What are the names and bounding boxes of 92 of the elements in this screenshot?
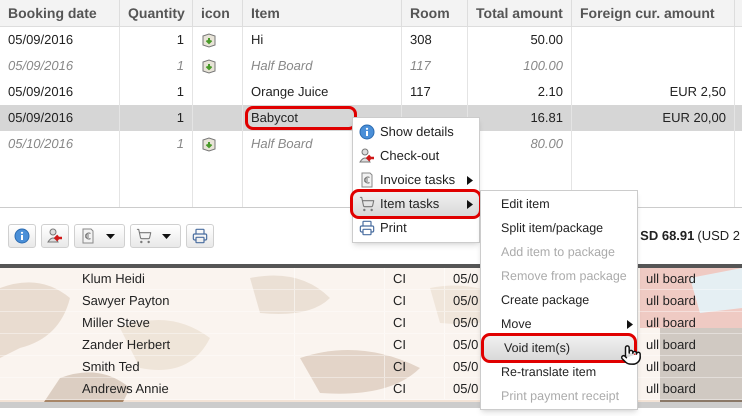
printer-icon: [359, 220, 375, 236]
guest-name: Zander Herbert: [82, 336, 170, 354]
menu-item[interactable]: Item tasks: [353, 192, 479, 216]
date-cell-text: 05/0: [453, 270, 478, 288]
submenu-arrow-icon: [627, 320, 633, 328]
table-cell-text: Half Board: [251, 57, 312, 76]
total-secondary: (USD 2: [697, 227, 740, 246]
box-icon: [201, 58, 217, 74]
toolbar-button[interactable]: [130, 224, 181, 248]
board-cell-text: ull board: [646, 292, 696, 310]
box-icon: [201, 136, 217, 152]
column-header[interactable]: icon: [193, 0, 243, 26]
status-cell-text: CI: [393, 292, 406, 310]
menu-item[interactable]: Move: [481, 312, 637, 336]
menu-item[interactable]: Re-translate item: [481, 360, 637, 384]
total-amount: SD 68.91: [640, 227, 694, 246]
table-cell-text: 05/10/2016: [8, 135, 74, 154]
table-cell-text: 1: [176, 109, 184, 128]
column-header[interactable]: Total amount: [468, 0, 572, 26]
dropdown-caret-icon: [162, 234, 171, 238]
guest-name: Andrews Annie: [82, 380, 169, 398]
table-cell-text: 05/09/2016: [8, 57, 74, 76]
toolbar-button[interactable]: [41, 224, 69, 248]
table-cell-text: 1: [176, 57, 184, 76]
board-cell-text: ull board: [646, 336, 696, 354]
table-cell-text: 05/09/2016: [8, 109, 74, 128]
table-cell-text: 05/09/2016: [8, 83, 74, 102]
submenu-arrow-icon: [467, 176, 473, 184]
board-cell-text: ull board: [646, 314, 696, 332]
menu-item[interactable]: Split item/package: [481, 216, 637, 240]
menu-item[interactable]: Create package: [481, 288, 637, 312]
column-header[interactable]: Quantity: [120, 0, 193, 26]
status-cell-text: CI: [393, 270, 406, 288]
table-row[interactable]: 05/09/2016 1 Hi 308 50.00: [0, 27, 742, 53]
guest-name: Sawyer Payton: [82, 292, 170, 310]
menu-item[interactable]: Print: [353, 216, 479, 240]
dropdown-caret-icon: [106, 234, 115, 238]
euro-document-icon: [359, 172, 375, 188]
euro-document-icon: [80, 228, 96, 244]
menu-item[interactable]: Check-out: [353, 144, 479, 168]
toolbar-button[interactable]: [8, 224, 36, 248]
column-header[interactable]: Foreign cur. amount: [572, 0, 735, 26]
person-arrow-icon: [359, 148, 375, 164]
column-header[interactable]: Item: [243, 0, 402, 26]
table-cell-text: 1: [176, 135, 184, 154]
printer-icon: [192, 228, 208, 244]
info-icon: [14, 228, 30, 244]
info-icon: [359, 124, 375, 140]
status-cell-text: CI: [393, 380, 406, 398]
table-cell-text: EUR 2,50: [670, 83, 726, 102]
guest-name: Miller Steve: [82, 314, 150, 332]
table-cell-text: 50.00: [530, 31, 563, 50]
date-cell-text: 05/0: [453, 292, 478, 310]
table-row[interactable]: 05/09/2016 1 Half Board 117 100.00: [0, 53, 742, 79]
cart-icon: [359, 196, 375, 212]
table-cell-text: 2.10: [538, 83, 563, 102]
table-cell-text: 100.00: [523, 57, 563, 76]
status-cell-text: CI: [393, 336, 406, 354]
menu-item[interactable]: Invoice tasks: [353, 168, 479, 192]
table-cell-text: Orange Juice: [251, 83, 328, 102]
board-cell-text: ull board: [646, 358, 696, 376]
guest-name: Klum Heidi: [82, 270, 145, 288]
box-icon: [201, 32, 217, 48]
table-cell-text: 16.81: [530, 109, 563, 128]
submenu-arrow-icon: [467, 200, 473, 208]
toolbar-button[interactable]: [186, 224, 214, 248]
table-cell-text: 05/09/2016: [8, 31, 74, 50]
date-cell-text: 05/0: [453, 314, 478, 332]
date-cell-text: 05/0: [453, 358, 478, 376]
cart-icon: [136, 228, 152, 244]
table-cell-text: 117: [410, 57, 431, 76]
board-cell-text: ull board: [646, 270, 696, 288]
table-cell-text: 308: [410, 31, 432, 50]
table-cell-text: 1: [176, 83, 184, 102]
date-cell-text: 05/0: [453, 380, 478, 398]
column-header[interactable]: Room: [402, 0, 468, 26]
table-cell-text: Half Board: [251, 135, 312, 154]
board-cell-text: ull board: [646, 380, 696, 398]
table-cell-text: EUR 20,00: [662, 109, 726, 128]
person-arrow-icon: [47, 228, 63, 244]
toolbar-button[interactable]: [74, 224, 125, 248]
menu-item[interactable]: Edit item: [481, 192, 637, 216]
menu-item[interactable]: Void item(s): [484, 336, 634, 360]
status-cell-text: CI: [393, 314, 406, 332]
table-cell-text: Hi: [251, 31, 264, 50]
table-cell-text: 117: [410, 83, 431, 102]
date-cell-text: 05/0: [453, 336, 478, 354]
status-cell-text: CI: [393, 358, 406, 376]
guest-name: Smith Ted: [82, 358, 140, 376]
column-header[interactable]: Booking date: [0, 0, 120, 26]
table-cell-text: 1: [176, 31, 184, 50]
table-cell-text: 80.00: [530, 135, 563, 154]
